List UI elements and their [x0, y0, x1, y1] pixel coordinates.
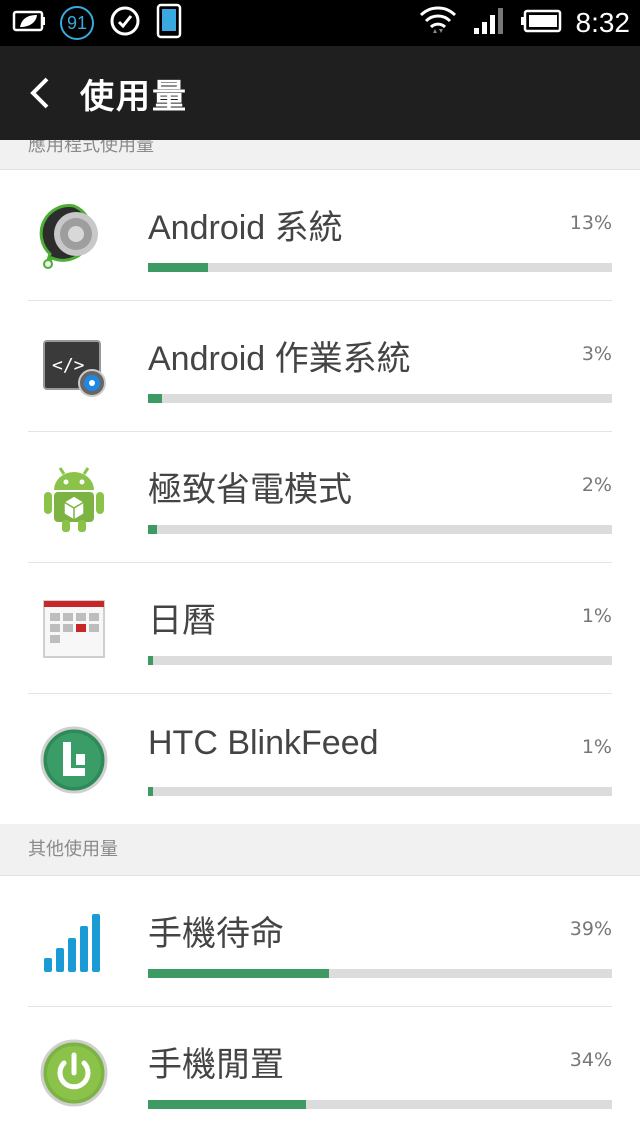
list-item-android-os[interactable]: </> Android 作業系統 3%: [28, 301, 612, 432]
app-name: HTC BlinkFeed: [148, 724, 379, 762]
app-name: Android 作業系統: [148, 340, 411, 378]
item-name: 手機閒置: [148, 1046, 284, 1084]
usage-bar-fill: [148, 969, 329, 978]
leaf-battery-icon: [12, 8, 46, 38]
usage-bar: [148, 394, 612, 403]
blinkfeed-icon: [38, 724, 110, 796]
usage-bar-fill: [148, 263, 209, 272]
usage-bar-fill: [148, 656, 153, 665]
svg-text:</>: </>: [52, 355, 85, 376]
list-item-power-saver[interactable]: 極致省電模式 2%: [28, 432, 612, 563]
usage-bar-fill: [148, 787, 153, 796]
status-bar: 91 8:32: [0, 0, 640, 46]
power-icon: [38, 1037, 110, 1109]
usage-percent: 39%: [569, 918, 612, 940]
usage-percent: 1%: [581, 736, 612, 758]
android-robot-icon: [38, 462, 110, 534]
usage-percent: 3%: [581, 343, 612, 365]
android-os-icon: </>: [38, 331, 110, 403]
usage-list[interactable]: 應用程式使用量 Android 系統 13% </> Android 作業系統 …: [0, 140, 640, 1137]
usage-bar-fill: [148, 1100, 306, 1109]
signal-icon: [472, 6, 506, 40]
usage-percent: 2%: [581, 474, 612, 496]
section-header-apps: 應用程式使用量: [0, 140, 640, 170]
usage-bar-fill: [148, 394, 162, 403]
calendar-icon: [38, 593, 110, 665]
app-name: 日曆: [148, 602, 216, 640]
usage-percent: 1%: [581, 605, 612, 627]
notification-count-text: 91: [66, 12, 88, 33]
app-name: 極致省電模式: [148, 471, 352, 509]
android-system-icon: [38, 200, 110, 272]
sync-icon: [108, 4, 142, 42]
status-time: 8:32: [575, 7, 631, 38]
usage-bar: [148, 787, 612, 796]
list-item-phone-idle[interactable]: 手機閒置 34%: [28, 1007, 612, 1137]
back-button[interactable]: [0, 46, 80, 140]
list-item-blinkfeed[interactable]: HTC BlinkFeed 1%: [28, 694, 612, 824]
usage-bar: [148, 525, 612, 534]
list-item-calendar[interactable]: 日曆 1%: [28, 563, 612, 694]
list-item-phone-standby[interactable]: 手機待命 39%: [28, 876, 612, 1007]
phone-icon: [156, 3, 182, 43]
battery-icon: [520, 9, 562, 37]
usage-bar: [148, 263, 612, 272]
app-name: Android 系統: [148, 209, 343, 247]
list-item-android-system[interactable]: Android 系統 13%: [28, 170, 612, 301]
page-title: 使用量: [80, 76, 188, 117]
signal-bars-icon: [38, 906, 110, 978]
usage-percent: 13%: [569, 212, 612, 234]
usage-bar: [148, 969, 612, 978]
usage-bar: [148, 1100, 612, 1109]
action-bar: 使用量: [0, 46, 640, 140]
usage-bar: [148, 656, 612, 665]
wifi-icon: [418, 3, 458, 43]
item-name: 手機待命: [148, 915, 284, 953]
usage-bar-fill: [148, 525, 158, 534]
usage-percent: 34%: [569, 1049, 612, 1071]
notification-count-badge: 91: [60, 6, 94, 40]
section-header-other: 其他使用量: [0, 824, 640, 876]
chevron-left-icon: [30, 77, 49, 109]
